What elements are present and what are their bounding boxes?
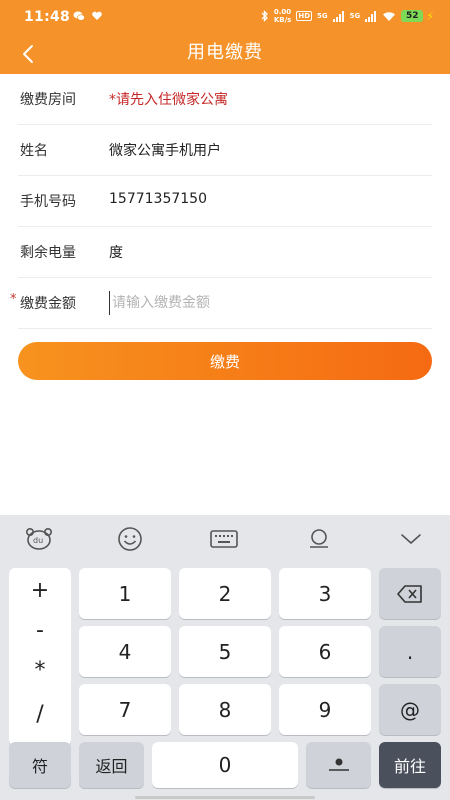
- remaining-power-value: 度: [109, 245, 123, 261]
- status-bar: 11:48 0.00 KB/s HD 5G 5G 52 ⚡: [0, 0, 450, 34]
- wechat-icon: [73, 11, 85, 21]
- signal-label-2: 5G: [349, 12, 361, 20]
- phone-row: 手机号码 15771357150: [18, 176, 432, 227]
- room-label: 缴费房间: [20, 92, 76, 108]
- key-4[interactable]: 4: [79, 626, 171, 677]
- name-label: 姓名: [20, 143, 48, 159]
- key-2[interactable]: 2: [179, 568, 271, 619]
- room-row[interactable]: 缴费房间 *请先入住微家公寓: [18, 74, 432, 125]
- svg-text:du: du: [33, 536, 43, 545]
- net-speed: 0.00 KB/s: [273, 8, 292, 24]
- space-key[interactable]: [306, 742, 371, 788]
- key-slash[interactable]: /: [9, 696, 71, 732]
- signal-bars-icon: [332, 10, 344, 22]
- wifi-icon: [383, 11, 396, 21]
- status-time: 11:48: [24, 9, 71, 25]
- go-key[interactable]: 前往: [379, 742, 441, 788]
- phone-label: 手机号码: [20, 194, 76, 210]
- keyboard-icon[interactable]: [209, 525, 239, 553]
- key-5[interactable]: 5: [179, 626, 271, 677]
- home-indicator[interactable]: [135, 796, 315, 799]
- key-7[interactable]: 7: [79, 684, 171, 735]
- amount-input[interactable]: [109, 291, 409, 315]
- backspace-icon: [397, 584, 422, 603]
- amount-label: 缴费金额: [20, 296, 76, 312]
- room-value: *请先入住微家公寓: [109, 92, 228, 108]
- key-minus[interactable]: -: [9, 612, 71, 648]
- key-asterisk[interactable]: *: [9, 652, 71, 688]
- app-bar: 用电缴费: [0, 34, 450, 74]
- hd-badge: HD: [296, 11, 313, 21]
- charging-icon: ⚡: [426, 9, 434, 23]
- status-left-icons: [73, 10, 103, 22]
- microphone-icon[interactable]: [304, 525, 334, 553]
- backspace-key[interactable]: [379, 568, 441, 619]
- bluetooth-icon: [261, 10, 268, 22]
- key-1[interactable]: 1: [79, 568, 171, 619]
- key-9[interactable]: 9: [279, 684, 371, 735]
- key-plus[interactable]: +: [9, 572, 71, 608]
- payment-form: 缴费房间 *请先入住微家公寓 姓名 微家公寓手机用户 手机号码 15771357…: [0, 74, 450, 329]
- emoji-icon[interactable]: [115, 525, 145, 553]
- key-at[interactable]: @: [379, 684, 441, 735]
- return-key[interactable]: 返回: [79, 742, 144, 788]
- key-3[interactable]: 3: [279, 568, 371, 619]
- key-dot[interactable]: .: [379, 626, 441, 677]
- bear-logo-icon[interactable]: du: [24, 525, 54, 553]
- amount-row: * 缴费金额: [10, 278, 432, 329]
- name-value: 微家公寓手机用户: [109, 143, 221, 159]
- key-8[interactable]: 8: [179, 684, 271, 735]
- chevron-down-icon[interactable]: [396, 525, 426, 553]
- remaining-power-label: 剩余电量: [20, 245, 76, 261]
- pay-button[interactable]: 缴费: [18, 342, 432, 380]
- symbol-column: + - * /: [9, 568, 71, 746]
- required-mark: *: [10, 292, 17, 307]
- app-header: 11:48 0.00 KB/s HD 5G 5G 52 ⚡ 用电缴费: [0, 0, 450, 74]
- space-icon: [328, 758, 349, 771]
- keyboard-toolbar: du: [0, 515, 450, 563]
- signal-label-1: 5G: [317, 12, 328, 20]
- symbols-key[interactable]: 符: [9, 742, 71, 788]
- key-6[interactable]: 6: [279, 626, 371, 677]
- remaining-power-row: 剩余电量 度: [18, 227, 432, 278]
- phone-value: 15771357150: [109, 191, 207, 207]
- signal-bars-2-icon: [365, 10, 377, 22]
- heart-app-icon: [92, 11, 102, 20]
- key-0[interactable]: 0: [152, 742, 298, 788]
- name-row: 姓名 微家公寓手机用户: [18, 125, 432, 176]
- page-title: 用电缴费: [187, 42, 263, 63]
- battery-indicator: 52: [401, 10, 424, 22]
- status-right: 0.00 KB/s HD 5G 5G 52 ⚡: [261, 8, 434, 24]
- numeric-keyboard: du + - * / 1 2 3 4 5 6 . 7 8 9 @ 符 返回 0: [0, 515, 450, 800]
